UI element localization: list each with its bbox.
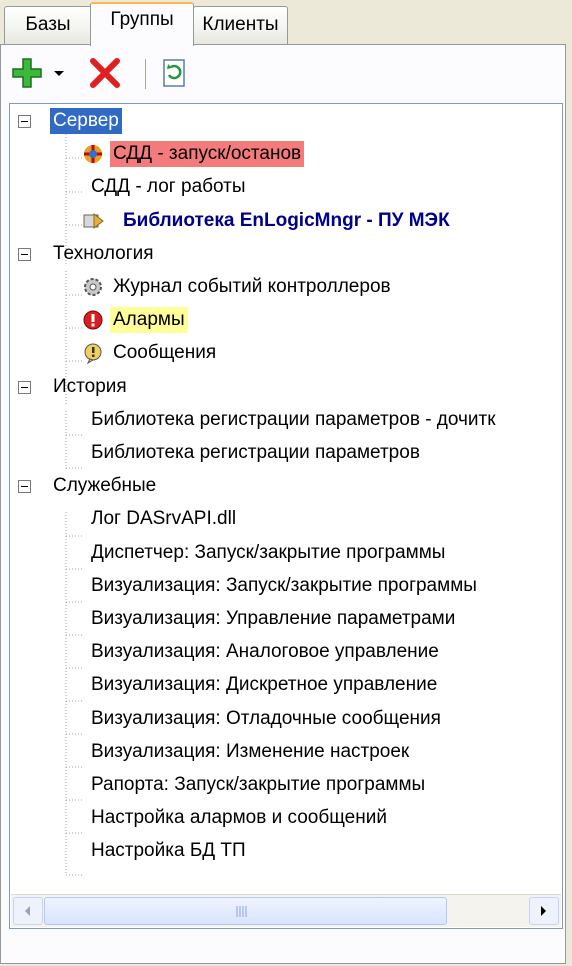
gear-icon (82, 276, 104, 298)
refresh-button[interactable] (155, 53, 195, 93)
grip-icon (236, 906, 247, 917)
tree-item-label: Настройка БД ТП (91, 840, 246, 862)
tree-item-label: Библиотека EnLogicMngr - ПУ МЭК (123, 209, 450, 231)
toolbar-separator (145, 59, 149, 89)
chevron-down-icon (54, 71, 64, 76)
tab-groups[interactable]: Группы (90, 2, 194, 46)
tree-item-label: Визуализация: Дискретное управление (91, 674, 438, 696)
tree-item-label: Визуализация: Изменение настроек (91, 740, 410, 762)
tree-item-label: Сообщения (113, 342, 217, 364)
tree-item-label: Библиотека регистрации параметров - дочи… (91, 408, 496, 430)
groups-panel: Сервер СДД - запуск/останов СДД - лог рабо… (0, 44, 566, 964)
tree-item-label: Алармы (110, 307, 188, 334)
library-icon (82, 210, 104, 232)
collapse-icon[interactable] (18, 380, 31, 394)
tree-item-label: СДД - запуск/останов (110, 141, 305, 168)
tree-item-label: СДД - лог работы (91, 176, 246, 198)
refresh-icon (163, 59, 185, 87)
tree-item-label: Рапорта: Запуск/закрытие программы (91, 774, 426, 795)
scroll-thumb[interactable] (44, 897, 447, 925)
tree-item-label: Лог DASrvAPI.dll (91, 508, 237, 530)
add-button[interactable] (7, 53, 47, 93)
scroll-left-button[interactable] (13, 897, 43, 925)
tree-item-label: Визуализация: Управление параметрами (91, 608, 456, 629)
groups-tree[interactable]: Сервер СДД - запуск/останов СДД - лог рабо… (9, 103, 563, 929)
tree-group-label: Сервер (50, 108, 122, 134)
server-run-icon (82, 143, 104, 165)
tree-group-label: История (53, 375, 127, 397)
tree-item-label: Визуализация: Запуск/закрытие программы (91, 574, 477, 596)
alarm-icon (82, 309, 104, 331)
tree-item-label: Библиотека регистрации параметров (91, 442, 420, 463)
add-icon (12, 58, 42, 88)
message-icon (82, 342, 104, 365)
tab-bases[interactable]: Базы (4, 6, 92, 44)
tree-item-label: Настройка алармов и сообщений (91, 807, 387, 829)
scroll-right-button[interactable] (529, 897, 559, 925)
tab-clients[interactable]: Клиенты (193, 6, 288, 44)
scroll-left-icon (25, 906, 30, 916)
add-dropdown-button[interactable] (49, 53, 69, 93)
tree-item-label: Визуализация: Аналоговое управление (91, 641, 439, 663)
collapse-icon[interactable] (18, 115, 31, 128)
horizontal-scrollbar[interactable] (11, 894, 561, 927)
delete-icon (90, 58, 120, 88)
tab-strip: Базы Группы Клиенты (0, 0, 572, 46)
delete-button[interactable] (85, 53, 125, 93)
tree-group-label: Служебные (53, 475, 157, 497)
tree-item-label: Диспетчер: Запуск/закрытие программы (91, 541, 446, 563)
collapse-icon[interactable] (18, 480, 31, 494)
tree-item-label: Визуализация: Отладочные сообщения (91, 707, 441, 729)
tree-group-label: Технология (53, 242, 154, 264)
collapse-icon[interactable] (18, 247, 31, 261)
scroll-right-icon (541, 906, 546, 916)
toolbar (5, 49, 545, 97)
tree-item-label: Журнал событий контроллеров (113, 276, 391, 297)
